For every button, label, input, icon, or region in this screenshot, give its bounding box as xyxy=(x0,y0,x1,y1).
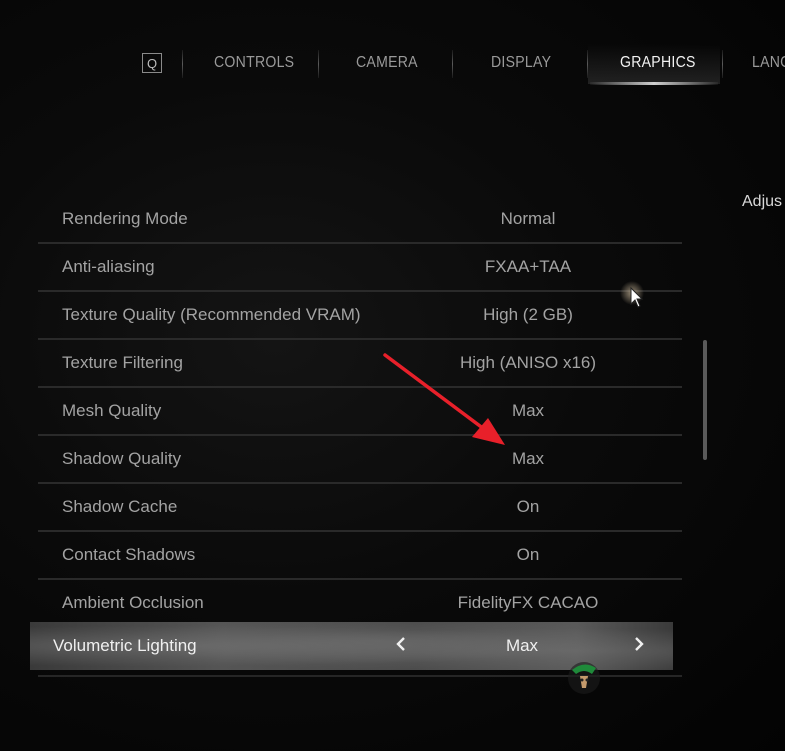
tab-camera[interactable]: CAMERA xyxy=(356,54,418,78)
setting-value: On xyxy=(516,545,540,564)
setting-value: Max xyxy=(505,636,539,655)
setting-label: Anti-aliasing xyxy=(62,257,155,276)
setting-row-texture-quality[interactable]: Texture Quality (Recommended VRAM) High … xyxy=(38,292,682,340)
setting-row-texture-filtering[interactable]: Texture Filtering High (ANISO x16) xyxy=(38,340,682,388)
setting-value: Max xyxy=(511,401,545,420)
mouse-cursor-icon xyxy=(618,276,652,310)
setting-value: On xyxy=(516,497,540,516)
tab-display[interactable]: DISPLAY xyxy=(491,54,551,78)
setting-row-shadow-quality[interactable]: Shadow Quality Max xyxy=(38,436,682,484)
setting-value: High (ANISO x16) xyxy=(459,353,597,372)
setting-label: Mesh Quality xyxy=(62,401,162,420)
setting-label: Texture Quality (Recommended VRAM) xyxy=(62,305,361,324)
setting-value: FXAA+TAA xyxy=(484,257,572,276)
chevron-right-icon[interactable] xyxy=(634,636,644,655)
tab-bar: Q CONTROLS CAMERA DISPLAY GRAPHICS LANG xyxy=(0,44,785,86)
setting-label: Contact Shadows xyxy=(62,545,196,564)
settings-list: Rendering Mode Normal Anti-aliasing FXAA… xyxy=(38,196,682,628)
tab-separator xyxy=(318,50,319,78)
setting-label: Rendering Mode xyxy=(62,209,188,228)
setting-row-shadow-cache[interactable]: Shadow Cache On xyxy=(38,484,682,532)
setting-label: Shadow Cache xyxy=(62,497,178,516)
q-key-hint[interactable]: Q xyxy=(142,53,162,73)
tab-separator xyxy=(722,50,723,78)
scrollbar[interactable] xyxy=(703,340,707,460)
setting-label: Shadow Quality xyxy=(62,449,182,468)
setting-row-contact-shadows[interactable]: Contact Shadows On xyxy=(38,532,682,580)
graphics-settings-screen: Q CONTROLS CAMERA DISPLAY GRAPHICS LANG … xyxy=(0,0,785,751)
watermark-logo-icon xyxy=(562,656,606,700)
setting-value: Normal xyxy=(500,209,556,228)
setting-label: Texture Filtering xyxy=(62,353,183,372)
tab-graphics[interactable]: GRAPHICS xyxy=(620,54,696,78)
setting-row-ambient-occlusion[interactable]: Ambient Occlusion FidelityFX CACAO xyxy=(38,580,682,628)
tab-active-underline xyxy=(590,82,718,85)
setting-description: Adjus xyxy=(742,193,783,210)
tab-controls[interactable]: CONTROLS xyxy=(214,54,294,78)
setting-row-rendering-mode[interactable]: Rendering Mode Normal xyxy=(38,196,682,244)
setting-value: High (2 GB) xyxy=(483,305,573,324)
tab-separator xyxy=(452,50,453,78)
setting-row-anti-aliasing[interactable]: Anti-aliasing FXAA+TAA xyxy=(38,244,682,292)
chevron-left-icon[interactable] xyxy=(396,636,406,655)
tab-language[interactable]: LANG xyxy=(752,54,785,78)
setting-value: Max xyxy=(511,449,545,468)
setting-value: FidelityFX CACAO xyxy=(457,593,599,612)
tab-separator xyxy=(182,50,183,78)
setting-row-mesh-quality[interactable]: Mesh Quality Max xyxy=(38,388,682,436)
setting-label: Volumetric Lighting xyxy=(53,636,197,655)
setting-label: Ambient Occlusion xyxy=(62,593,204,612)
